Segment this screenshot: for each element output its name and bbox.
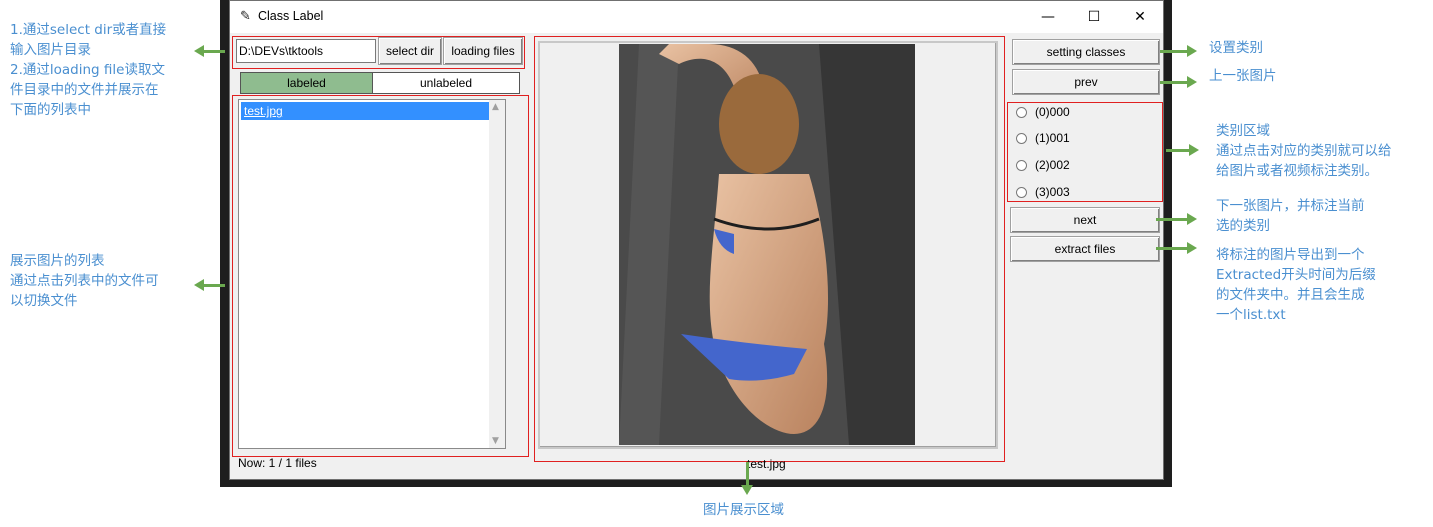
next-annotation: 下一张图片，并标注当前 选的类别 — [1216, 198, 1365, 234]
radio-icon — [1016, 159, 1027, 171]
arrow-list — [194, 279, 225, 291]
list-item[interactable]: test.jpg — [241, 102, 491, 120]
class-option-3[interactable]: (3)003 — [1016, 185, 1070, 199]
arrow-image-area — [741, 462, 753, 495]
list-help-annotation: 展示图片的列表 通过点击列表中的文件可 以切换文件 — [10, 253, 159, 309]
select-dir-button[interactable]: select dir — [378, 37, 442, 65]
scroll-down-icon[interactable]: ▼ — [492, 436, 499, 446]
title-bar: ✎ Class Label — ☐ ✕ — [230, 1, 1163, 33]
directory-path-input[interactable]: D:\DEVs\tktools — [236, 39, 376, 63]
prev-button[interactable]: prev — [1012, 69, 1160, 95]
arrow-setting-classes — [1160, 45, 1197, 57]
current-file-label: test.jpg — [747, 457, 786, 471]
arrow-classes — [1166, 144, 1199, 156]
maximize-button[interactable]: ☐ — [1071, 1, 1117, 33]
class-option-1[interactable]: (1)001 — [1016, 131, 1070, 145]
path-help-annotation: 1.通过select dir或者直接 输入图片目录 2.通过loading fi… — [10, 22, 167, 118]
radio-icon — [1016, 186, 1027, 198]
class-option-0[interactable]: (0)000 — [1016, 105, 1070, 119]
setting-classes-annotation: 设置类别 — [1209, 40, 1263, 56]
arrow-extract — [1156, 242, 1197, 254]
arrow-prev — [1160, 76, 1197, 88]
radio-icon — [1016, 106, 1027, 118]
classes-annotation: 类别区域 通过点击对应的类别就可以给 给图片或者视频标注类别。 — [1216, 123, 1392, 179]
arrow-next — [1156, 213, 1197, 225]
prev-annotation: 上一张图片 — [1209, 68, 1277, 84]
arrow-path — [194, 45, 225, 57]
file-listbox[interactable]: test.jpg ▲ ▼ — [238, 99, 506, 449]
vertical-scrollbar[interactable]: ▲ ▼ — [489, 100, 505, 448]
file-count-status: Now: 1 / 1 files — [238, 456, 317, 470]
minimize-button[interactable]: — — [1025, 1, 1071, 33]
displayed-image — [619, 44, 915, 445]
scroll-up-icon[interactable]: ▲ — [492, 102, 499, 112]
extract-files-button[interactable]: extract files — [1010, 236, 1160, 262]
image-area-annotation: 图片展示区域 — [703, 502, 784, 518]
extract-annotation: 将标注的图片导出到一个 Extracted开头时间为后缀 的文件夹中。并且会生成… — [1216, 247, 1376, 323]
loading-files-button[interactable]: loading files — [443, 37, 523, 65]
window-title: Class Label — [258, 9, 324, 23]
close-button[interactable]: ✕ — [1117, 1, 1163, 33]
radio-icon — [1016, 132, 1027, 144]
app-window: ✎ Class Label — ☐ ✕ D:\DEVs\tktools sele… — [229, 0, 1164, 480]
feather-icon: ✎ — [240, 9, 251, 24]
class-option-2[interactable]: (2)002 — [1016, 158, 1070, 172]
setting-classes-button[interactable]: setting classes — [1012, 39, 1160, 65]
next-button[interactable]: next — [1010, 207, 1160, 233]
tab-unlabeled[interactable]: unlabeled — [372, 72, 520, 94]
tab-labeled[interactable]: labeled — [240, 72, 373, 94]
